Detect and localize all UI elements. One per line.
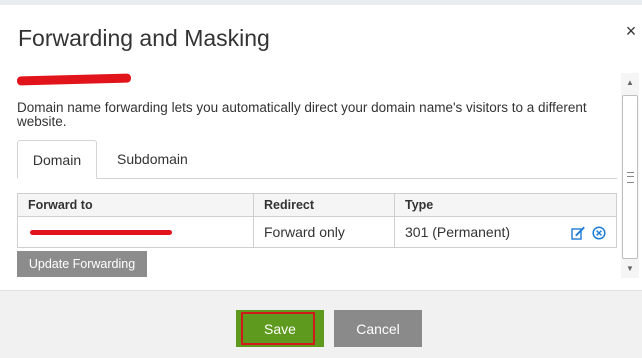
cell-type-value: 301 (Permanent) [405,223,511,240]
tab-bar: Domain Subdomain [17,140,617,179]
redacted-domain-name [16,73,132,86]
delete-circle-icon[interactable] [592,226,606,240]
dialog-content: Domain name forwarding lets you automati… [0,67,620,277]
cell-redirect: Forward only [253,216,395,248]
forwarding-dialog: Forwarding and Masking × Domain name for… [0,5,642,358]
chevron-down-icon[interactable]: ▼ [621,261,639,276]
dialog-footer: Save Cancel [0,290,642,358]
column-header-redirect: Redirect [253,193,395,217]
row-actions [568,224,606,240]
close-icon[interactable]: × [622,21,640,41]
edit-icon[interactable] [571,226,585,240]
table-header-row: Forward to Redirect Type [17,193,617,217]
dialog-scrollbar[interactable]: ▲ ▼ [621,73,639,278]
tab-domain[interactable]: Domain [17,140,97,179]
scrollbar-grip [627,172,634,183]
column-header-forward-to: Forward to [17,193,254,217]
save-button[interactable]: Save [236,310,324,347]
table-row: Forward only 301 (Permanent) [17,216,617,248]
update-forwarding-button[interactable]: Update Forwarding [17,251,147,277]
cell-type: 301 (Permanent) [394,216,617,248]
tab-subdomain[interactable]: Subdomain [117,140,188,178]
column-header-type: Type [394,193,617,217]
chevron-up-icon[interactable]: ▲ [621,75,639,90]
forwarding-table: Forward to Redirect Type Forward only 30… [17,193,617,248]
dialog-title: Forwarding and Masking [18,25,270,51]
tab-subdomain-label: Subdomain [117,151,188,167]
cancel-button[interactable]: Cancel [334,310,422,347]
scrollbar-thumb[interactable] [622,95,638,259]
redacted-forward-url [30,229,172,235]
forwarding-description: Domain name forwarding lets you automati… [17,100,587,129]
cell-forward-to [17,216,254,248]
tab-domain-label: Domain [32,152,82,168]
